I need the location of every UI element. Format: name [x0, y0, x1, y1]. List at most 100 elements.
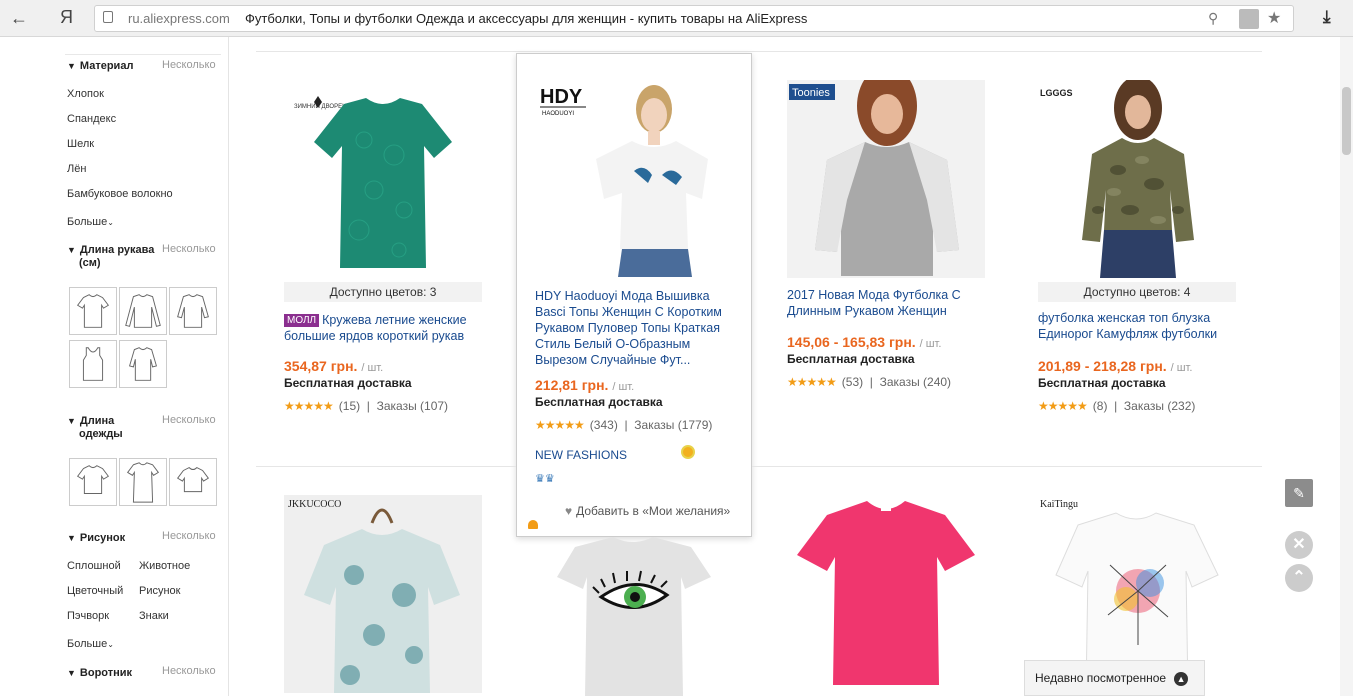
filter-option[interactable]: Лён: [67, 163, 86, 175]
sleeve-short-option[interactable]: [69, 287, 117, 335]
scrollbar-thumb[interactable]: [1342, 87, 1351, 155]
tshirt-half-icon: [128, 347, 158, 381]
lock-icon[interactable]: [1239, 9, 1259, 29]
product-image[interactable]: [787, 495, 985, 693]
page-title: Футболки, Топы и футболки Одежда и аксес…: [245, 11, 808, 26]
tshirt-long-icon: [125, 294, 161, 328]
wishlist-button[interactable]: ♥ Добавить в «Мои желания»: [565, 504, 730, 518]
product-title-link[interactable]: HDY Haoduoyi Мода Вышивка Basci Топы Жен…: [535, 288, 735, 368]
product-image[interactable]: [535, 537, 733, 696]
tshirt-three-quarter-icon: [177, 294, 209, 328]
separator: |: [863, 375, 880, 389]
filter-material-title[interactable]: ▼ Материал: [67, 60, 133, 73]
product-title-link[interactable]: МОЛЛ Кружева летние женские большие ярдов…: [284, 312, 484, 344]
tshirt-cropped-icon: [76, 465, 110, 494]
edit-pencil-button[interactable]: ✎: [1285, 479, 1313, 507]
product-image[interactable]: Toonies: [787, 66, 985, 278]
filter-option[interactable]: Хлопок: [67, 88, 104, 100]
triangle-down-icon: ▼: [67, 61, 76, 71]
product-image[interactable]: ЗИМНИЙ ДВОРЕЦ: [284, 80, 482, 278]
filter-option[interactable]: Бамбуковое волокно: [67, 188, 173, 200]
colors-available: Доступно цветов: 4: [1038, 282, 1236, 302]
chevron-up-icon: ▲: [1174, 672, 1189, 686]
product-hover-card[interactable]: HDY HAODUOYI HDY Haoduoyi Мода Вышивка B…: [516, 53, 752, 537]
filter-length-title[interactable]: ▼ Длина одежды: [67, 415, 123, 441]
price-unit: / шт.: [919, 338, 942, 350]
filter-option[interactable]: Спандекс: [67, 113, 116, 125]
address-domain: ru.aliexpress.com: [128, 11, 230, 26]
divider: [752, 466, 1262, 467]
filter-collar-multi[interactable]: Несколько: [162, 665, 216, 677]
length-long-option[interactable]: [119, 458, 167, 506]
sleeve-sleeveless-option[interactable]: [69, 340, 117, 388]
review-count[interactable]: (53): [842, 375, 863, 389]
filter-length-multi[interactable]: Несколько: [162, 414, 216, 426]
show-more-label: Больше: [67, 638, 108, 650]
recently-viewed-label: Недавно посмотренное: [1035, 671, 1167, 685]
show-more-link[interactable]: Больше⌄: [67, 638, 114, 650]
review-count[interactable]: (15): [339, 399, 360, 413]
order-count: Заказы (232): [1123, 399, 1196, 413]
filter-sleeve-label: Длина рукава: [79, 244, 155, 256]
floral-tee-image: JKKUCOCO: [284, 495, 482, 693]
product-price: 354,87 грн. / шт.: [284, 358, 383, 374]
review-count[interactable]: (343): [590, 418, 618, 432]
separator: |: [617, 418, 635, 432]
browser-toolbar: ← Я ru.aliexpress.com Футболки, Топы и ф…: [0, 0, 1353, 37]
sleeve-half-option[interactable]: [119, 340, 167, 388]
rating-row: ★★★★★ (343) | Заказы (1779): [535, 418, 712, 432]
triangle-down-icon: ▼: [67, 416, 76, 426]
filter-sleeve-multi[interactable]: Несколько: [162, 243, 216, 255]
filter-option[interactable]: Пэчворк: [67, 610, 109, 622]
yandex-logo[interactable]: Я: [60, 7, 73, 28]
order-count: Заказы (107): [376, 399, 449, 413]
search-icon[interactable]: ⚲: [1208, 10, 1218, 27]
hdy-shirt-image[interactable]: HDY HAODUOYI: [536, 79, 734, 277]
show-more-link[interactable]: Больше⌄: [67, 216, 114, 228]
price-value: 354,87 грн.: [284, 358, 358, 374]
address-bar[interactable]: ru.aliexpress.com Футболки, Топы и футбо…: [94, 5, 1294, 32]
bookmark-star-icon[interactable]: ★: [1267, 8, 1281, 28]
product-title-link[interactable]: футболка женская топ блузка Единорог Кам…: [1038, 310, 1238, 342]
cart-icon[interactable]: [528, 520, 538, 529]
length-short-option[interactable]: [69, 458, 117, 506]
review-count[interactable]: (8): [1093, 399, 1108, 413]
filter-material-multi[interactable]: Несколько: [162, 59, 216, 71]
filter-option[interactable]: Знаки: [139, 610, 169, 622]
filter-collar-title[interactable]: ▼ Воротник: [67, 667, 132, 680]
page-scrollbar[interactable]: [1340, 37, 1353, 696]
show-more-label: Больше: [67, 216, 108, 228]
camo-top-image: LGGGS: [1040, 76, 1194, 278]
product-title-link[interactable]: 2017 Новая Мода Футболка С Длинным Рукав…: [787, 287, 987, 319]
rating-row: ★★★★★ (53) | Заказы (240): [787, 375, 951, 389]
product-image[interactable]: JKKUCOCO: [284, 495, 482, 693]
filter-option[interactable]: Животное: [139, 560, 190, 572]
filter-option[interactable]: Цветочный: [67, 585, 123, 597]
product-price: 145,06 - 165,83 грн. / шт.: [787, 334, 941, 350]
filter-pattern-multi[interactable]: Несколько: [162, 530, 216, 542]
page-icon: [103, 11, 113, 23]
brand-logo: Toonies: [792, 87, 830, 99]
shipping-info: Бесплатная доставка: [787, 352, 915, 366]
star-rating-icon: ★★★★★: [1038, 399, 1088, 413]
product-image[interactable]: LGGGS: [1038, 76, 1236, 278]
scroll-top-button[interactable]: ⌃: [1285, 564, 1313, 592]
filter-option[interactable]: Шелк: [67, 138, 94, 150]
sleeve-three-quarter-option[interactable]: [169, 287, 217, 335]
filter-option[interactable]: Рисунок: [139, 585, 181, 597]
pencil-icon: ✎: [1293, 485, 1305, 501]
back-icon[interactable]: ←: [10, 8, 28, 29]
sleeve-long-option[interactable]: [119, 287, 167, 335]
filter-option[interactable]: Сплошной: [67, 560, 121, 572]
tank-top-icon: [82, 347, 104, 381]
recently-viewed-panel[interactable]: Недавно посмотренное ▲: [1024, 660, 1205, 696]
filter-length-label: Длина: [79, 415, 115, 427]
store-link[interactable]: NEW FASHIONS: [535, 448, 627, 462]
filter-sleeve-title[interactable]: ▼ Длина рукава (см): [67, 244, 154, 270]
length-regular-option[interactable]: [169, 458, 217, 506]
download-icon[interactable]: ⤓: [1323, 7, 1331, 27]
close-button[interactable]: ✕: [1285, 531, 1313, 559]
brand-logo: JKKUCOCO: [288, 499, 341, 510]
tshirt-regular-icon: [176, 467, 210, 493]
filter-pattern-title[interactable]: ▼ Рисунок: [67, 532, 125, 545]
